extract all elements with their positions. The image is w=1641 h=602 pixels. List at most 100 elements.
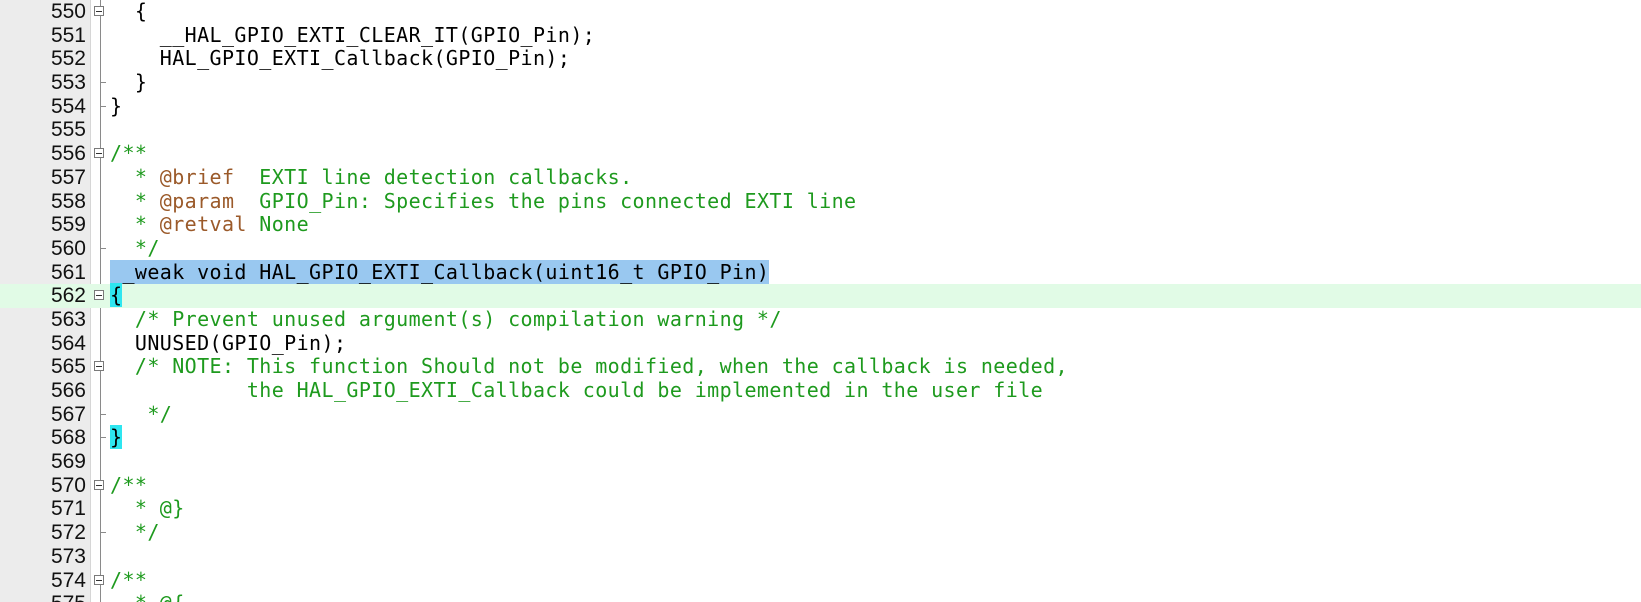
- fold-toggle-icon[interactable]: [94, 6, 104, 16]
- code-text: * @{: [110, 591, 185, 602]
- doc-tag-token: @brief: [159, 164, 235, 189]
- code-token: }: [110, 93, 123, 118]
- code-text: * @}: [110, 497, 185, 521]
- line-number: 550: [50, 0, 86, 23]
- doc-tag-token: @retval: [159, 212, 247, 237]
- code-lines[interactable]: 550 {551 __HAL_GPIO_EXTI_CLEAR_IT(GPIO_P…: [0, 0, 1641, 602]
- line-number: 570: [50, 473, 86, 497]
- fold-toggle-icon[interactable]: [94, 148, 104, 159]
- code-token: }: [110, 70, 148, 95]
- line-number: 555: [50, 118, 86, 142]
- code-text: /* NOTE: This function Should not be mod…: [110, 354, 1068, 379]
- fold-toggle-icon[interactable]: [94, 361, 104, 372]
- line-number: 554: [50, 94, 86, 118]
- code-line[interactable]: 573: [0, 545, 1641, 569]
- line-number: 567: [50, 402, 86, 426]
- code-line[interactable]: 572 */: [0, 520, 1641, 545]
- code-line[interactable]: 565 /* NOTE: This function Should not be…: [0, 354, 1641, 379]
- code-text: */: [110, 401, 173, 427]
- fold-end-marker: [100, 82, 106, 84]
- line-number: 553: [50, 71, 86, 95]
- code-line[interactable]: 560 */: [0, 235, 1641, 261]
- fold-toggle-icon[interactable]: [94, 479, 104, 490]
- code-text: UNUSED(GPIO_Pin);: [110, 330, 347, 356]
- line-number: 552: [50, 47, 86, 71]
- line-number: 559: [50, 213, 86, 237]
- line-number: 565: [50, 355, 86, 379]
- code-editor[interactable]: 550 {551 __HAL_GPIO_EXTI_CLEAR_IT(GPIO_P…: [0, 0, 1641, 602]
- code-line[interactable]: 567 */: [0, 401, 1641, 427]
- code-line[interactable]: 557 * @brief EXTI line detection callbac…: [0, 164, 1641, 190]
- fold-end-marker: [100, 532, 106, 534]
- code-token: __HAL_GPIO_EXTI_CLEAR_IT(GPIO_Pin);: [110, 22, 596, 47]
- line-number: 556: [50, 142, 86, 166]
- line-number: 571: [50, 497, 86, 521]
- comment-token: *: [110, 164, 160, 189]
- line-number: 575: [0, 592, 86, 602]
- comment-token: /**: [110, 567, 148, 592]
- comment-token: */: [110, 520, 160, 545]
- fold-end-marker: [100, 413, 106, 415]
- code-line[interactable]: 553 }: [0, 70, 1641, 95]
- code-token: {: [110, 0, 148, 23]
- code-line[interactable]: 568}: [0, 425, 1641, 450]
- code-line[interactable]: 571 * @}: [0, 497, 1641, 521]
- comment-token: None: [246, 212, 310, 237]
- comment-token: /**: [110, 141, 148, 166]
- comment-token: */: [110, 235, 160, 260]
- comment-token: * @}: [110, 496, 185, 521]
- comment-token: */: [110, 401, 173, 426]
- line-number: 573: [50, 544, 86, 568]
- code-line[interactable]: 569: [0, 450, 1641, 474]
- doc-tag-token: @param: [159, 188, 235, 213]
- code-line[interactable]: 566 the HAL_GPIO_EXTI_Callback could be …: [0, 378, 1641, 403]
- line-number: 558: [50, 189, 86, 213]
- line-number: 551: [50, 23, 86, 47]
- matched-brace: }: [110, 425, 123, 450]
- fold-toggle-icon[interactable]: [94, 290, 104, 301]
- code-line[interactable]: 564 UNUSED(GPIO_Pin);: [0, 330, 1641, 356]
- code-text: */: [110, 520, 160, 545]
- code-text: {: [110, 283, 123, 308]
- code-line[interactable]: 558 * @param GPIO_Pin: Specifies the pin…: [0, 188, 1641, 214]
- code-token: HAL_GPIO_EXTI_Callback(GPIO_Pin);: [110, 46, 571, 71]
- comment-token: /* NOTE: This function Should not be mod…: [110, 354, 1068, 379]
- code-text: /**: [110, 567, 148, 593]
- line-number: 563: [50, 307, 86, 331]
- code-text: }: [110, 93, 123, 119]
- code-token: UNUSED(GPIO_Pin);: [110, 330, 347, 355]
- line-number: 557: [50, 165, 86, 189]
- code-line[interactable]: 554}: [0, 93, 1641, 119]
- fold-end-marker: [100, 437, 106, 439]
- line-number: 574: [50, 568, 86, 592]
- code-text: /**: [110, 141, 148, 166]
- code-line[interactable]: 574 /**: [0, 567, 1641, 593]
- line-number: 566: [50, 379, 86, 402]
- comment-token: /* Prevent unused argument(s) compilatio…: [110, 306, 782, 331]
- code-line[interactable]: 561 __weak void HAL_GPIO_EXTI_Callback(ui…: [0, 259, 1641, 285]
- comment-token: *: [110, 188, 160, 213]
- code-line[interactable]: 575 * @{: [0, 591, 1641, 602]
- code-text: */: [110, 235, 160, 261]
- code-line[interactable]: 555: [0, 118, 1641, 142]
- fold-toggle-icon[interactable]: [94, 574, 104, 585]
- code-line[interactable]: 570 /**: [0, 473, 1641, 498]
- code-line[interactable]: 563 /* Prevent unused argument(s) compil…: [0, 306, 1641, 332]
- selected-text: __weak void HAL_GPIO_EXTI_Callback(uint1…: [110, 259, 770, 284]
- comment-token: GPIO_Pin: Specifies the pins connected E…: [234, 188, 857, 213]
- current-code-line[interactable]: 562 {: [0, 283, 1641, 308]
- code-text: }: [110, 425, 123, 450]
- fold-end-marker: [100, 105, 106, 107]
- code-line[interactable]: 550 {: [0, 0, 1641, 24]
- code-line[interactable]: 556 /**: [0, 141, 1641, 166]
- fold-end-marker: [100, 247, 106, 249]
- line-number: 564: [50, 331, 86, 355]
- code-text: the HAL_GPIO_EXTI_Callback could be impl…: [110, 378, 1043, 403]
- code-line[interactable]: 559 * @retval None: [0, 212, 1641, 237]
- code-line[interactable]: 552 HAL_GPIO_EXTI_Callback(GPIO_Pin);: [0, 47, 1641, 71]
- code-text: __HAL_GPIO_EXTI_CLEAR_IT(GPIO_Pin);: [110, 22, 596, 48]
- line-number: 568: [50, 426, 86, 450]
- code-line[interactable]: 551 __HAL_GPIO_EXTI_CLEAR_IT(GPIO_Pin);: [0, 22, 1641, 48]
- code-text: {: [110, 0, 147, 24]
- line-number: 572: [50, 521, 86, 545]
